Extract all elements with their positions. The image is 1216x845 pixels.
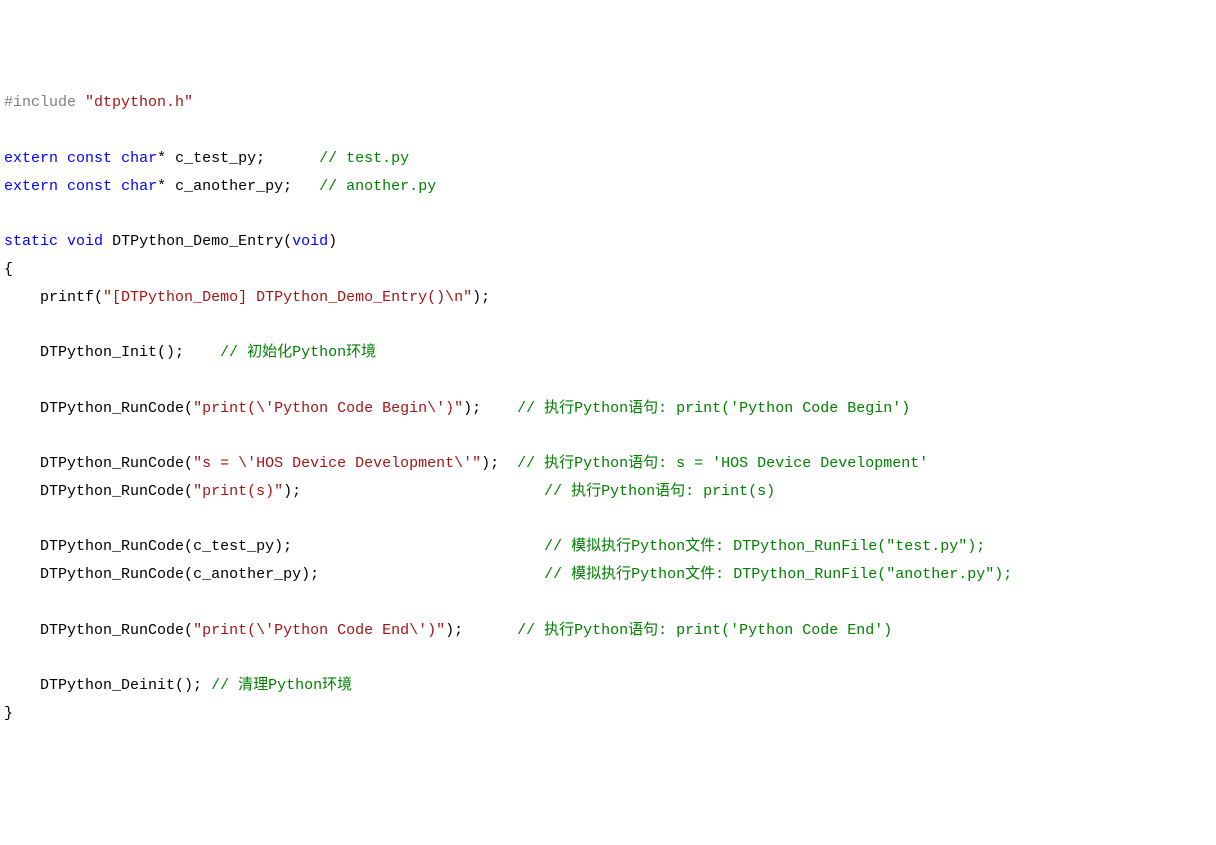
comment: // 执行Python语句: print('Python Code Begin'…: [517, 400, 910, 417]
code-line: printf("[DTPython_Demo] DTPython_Demo_En…: [4, 289, 490, 306]
function-call: DTPython_RunCode: [40, 400, 184, 417]
string-literal: "print(\'Python Code Begin\')": [193, 400, 463, 417]
code-line: DTPython_RunCode("print(s)"); // 执行Pytho…: [4, 483, 775, 500]
comment: // 初始化Python环境: [220, 344, 376, 361]
string-literal: "print(s)": [193, 483, 283, 500]
preprocessor-directive: #include: [4, 94, 76, 111]
code-line: static void DTPython_Demo_Entry(void): [4, 233, 337, 250]
code-line: extern const char* c_test_py; // test.py: [4, 150, 409, 167]
code-line: DTPython_Deinit(); // 清理Python环境: [4, 677, 352, 694]
pointer-star: *: [157, 150, 166, 167]
identifier: c_test_py: [193, 538, 274, 555]
comment: // 清理Python环境: [211, 677, 352, 694]
keyword-const: const: [67, 150, 112, 167]
string-literal: "[DTPython_Demo] DTPython_Demo_Entry()\n…: [103, 289, 472, 306]
type-char: char: [121, 150, 157, 167]
code-line: DTPython_Init(); // 初始化Python环境: [4, 344, 376, 361]
code-line: DTPython_RunCode("s = \'HOS Device Devel…: [4, 455, 928, 472]
code-snippet: #include "dtpython.h" extern const char*…: [4, 89, 1212, 727]
code-line: {: [4, 261, 13, 278]
keyword-const: const: [67, 178, 112, 195]
comment: // 模拟执行Python文件: DTPython_RunFile("anoth…: [544, 566, 1012, 583]
code-line: DTPython_RunCode(c_another_py); // 模拟执行P…: [4, 566, 1012, 583]
brace-close: }: [4, 705, 13, 722]
keyword-static: static: [4, 233, 58, 250]
keyword-void: void: [292, 233, 328, 250]
code-line: #include "dtpython.h": [4, 94, 193, 111]
pointer-star: *: [157, 178, 166, 195]
function-call: DTPython_RunCode: [40, 455, 184, 472]
function-call: DTPython_RunCode: [40, 566, 184, 583]
identifier: c_another_py: [193, 566, 301, 583]
comment: // 模拟执行Python文件: DTPython_RunFile("test.…: [544, 538, 985, 555]
brace-open: {: [4, 261, 13, 278]
identifier: c_test_py: [175, 150, 256, 167]
comment: // 执行Python语句: s = 'HOS Device Developme…: [517, 455, 928, 472]
identifier: c_another_py: [175, 178, 283, 195]
function-call: DTPython_Init: [40, 344, 157, 361]
include-path: "dtpython.h": [85, 94, 193, 111]
function-call: DTPython_RunCode: [40, 483, 184, 500]
function-call: DTPython_RunCode: [40, 538, 184, 555]
code-line: }: [4, 705, 13, 722]
code-line: DTPython_RunCode("print(\'Python Code Be…: [4, 400, 910, 417]
keyword-extern: extern: [4, 178, 58, 195]
function-call: DTPython_Deinit: [40, 677, 175, 694]
comment: // 执行Python语句: print(s): [544, 483, 775, 500]
function-name: DTPython_Demo_Entry: [112, 233, 283, 250]
keyword-extern: extern: [4, 150, 58, 167]
function-call: printf: [40, 289, 94, 306]
string-literal: "s = \'HOS Device Development\'": [193, 455, 481, 472]
comment: // test.py: [319, 150, 409, 167]
keyword-void: void: [67, 233, 103, 250]
code-line: extern const char* c_another_py; // anot…: [4, 178, 436, 195]
comment: // another.py: [319, 178, 436, 195]
type-char: char: [121, 178, 157, 195]
code-line: DTPython_RunCode(c_test_py); // 模拟执行Pyth…: [4, 538, 985, 555]
